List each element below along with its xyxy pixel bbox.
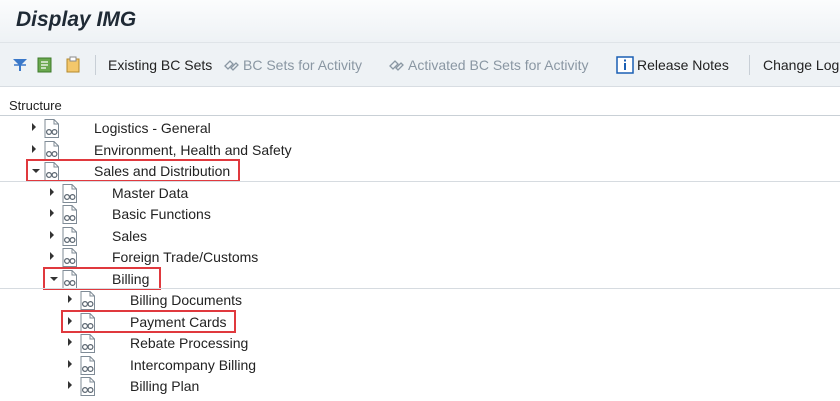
- collapsed-arrow-icon[interactable]: [68, 295, 72, 303]
- info-icon: [616, 55, 634, 74]
- row-divider: [0, 288, 840, 289]
- img-document-icon[interactable]: [62, 248, 78, 267]
- page-title: Display IMG: [16, 8, 137, 31]
- clipboard-icon[interactable]: [64, 43, 85, 86]
- collapsed-arrow-icon[interactable]: [50, 188, 54, 196]
- highlight-box: [61, 310, 236, 333]
- collapsed-arrow-icon[interactable]: [68, 360, 72, 368]
- collapsed-arrow-icon[interactable]: [32, 123, 36, 131]
- img-document-icon[interactable]: [44, 141, 60, 160]
- activated-bc-sets-button[interactable]: Activated BC Sets for Activity: [387, 43, 589, 86]
- tree-node-label[interactable]: Sales: [112, 228, 147, 244]
- application-toolbar: Existing BC Sets BC Sets for Activity Ac…: [0, 43, 840, 87]
- tree-node-sales[interactable]: Sales: [0, 226, 840, 247]
- structure-header: Structure: [0, 95, 840, 116]
- change-log-button[interactable]: Change Log: [763, 43, 839, 86]
- highlight-box: [26, 159, 240, 182]
- collapsed-arrow-icon[interactable]: [68, 381, 72, 389]
- tree-node-basic-functions[interactable]: Basic Functions: [0, 204, 840, 225]
- where-used-icon[interactable]: [36, 43, 57, 86]
- collapsed-arrow-icon[interactable]: [50, 252, 54, 260]
- tree-node-billing-documents[interactable]: Billing Documents: [0, 290, 840, 311]
- tree-node-label[interactable]: Basic Functions: [112, 206, 211, 222]
- collapsed-arrow-icon[interactable]: [50, 209, 54, 217]
- bc-set-icon: [389, 59, 404, 71]
- release-notes-label: Release Notes: [637, 56, 729, 73]
- tree-node-label[interactable]: Logistics - General: [94, 120, 211, 136]
- bc-set-icon: [224, 59, 239, 71]
- bc-sets-for-activity-button[interactable]: BC Sets for Activity: [222, 43, 362, 86]
- release-notes-button[interactable]: Release Notes: [616, 43, 729, 86]
- img-document-icon[interactable]: [80, 377, 96, 396]
- img-document-icon[interactable]: [62, 184, 78, 203]
- img-document-icon[interactable]: [44, 119, 60, 138]
- filter-icon[interactable]: [11, 43, 32, 86]
- img-document-icon[interactable]: [62, 205, 78, 224]
- tree-node-label[interactable]: Rebate Processing: [130, 335, 248, 351]
- tree-node-label[interactable]: Master Data: [112, 185, 188, 201]
- highlight-box: [43, 267, 161, 290]
- img-document-icon[interactable]: [80, 291, 96, 310]
- tree-node-intercompany-billing[interactable]: Intercompany Billing: [0, 355, 840, 376]
- collapsed-arrow-icon[interactable]: [50, 231, 54, 239]
- activated-bc-sets-label: Activated BC Sets for Activity: [408, 56, 589, 73]
- img-document-icon[interactable]: [80, 356, 96, 375]
- tree-node-label[interactable]: Billing Plan: [130, 378, 199, 394]
- tree-node-logistics-general[interactable]: Logistics - General: [0, 118, 840, 139]
- tree-node-rebate-processing[interactable]: Rebate Processing: [0, 333, 840, 354]
- tree-node-billing[interactable]: Billing: [0, 267, 840, 290]
- tree-node-billing-plan[interactable]: Billing Plan: [0, 376, 840, 397]
- tree-node-sales-and-distribution[interactable]: Sales and Distribution: [0, 159, 840, 182]
- tree-node-label[interactable]: Environment, Health and Safety: [94, 142, 292, 158]
- tree-node-environment-health-and-safety[interactable]: Environment, Health and Safety: [0, 140, 840, 161]
- img-document-icon[interactable]: [62, 227, 78, 246]
- tree-node-label[interactable]: Foreign Trade/Customs: [112, 249, 258, 265]
- structure-header-label: Structure: [9, 98, 62, 113]
- toolbar-separator: [95, 55, 96, 75]
- bc-sets-for-activity-label: BC Sets for Activity: [243, 56, 363, 73]
- existing-bc-sets-button[interactable]: Existing BC Sets: [108, 43, 212, 86]
- img-document-icon[interactable]: [80, 334, 96, 353]
- tree-node-payment-cards[interactable]: Payment Cards: [0, 310, 840, 333]
- row-divider: [0, 181, 840, 182]
- collapsed-arrow-icon[interactable]: [68, 338, 72, 346]
- title-bar: Display IMG: [0, 0, 840, 43]
- toolbar-separator: [749, 55, 750, 75]
- collapsed-arrow-icon[interactable]: [32, 145, 36, 153]
- tree-node-label[interactable]: Billing Documents: [130, 292, 242, 308]
- tree-node-master-data[interactable]: Master Data: [0, 183, 840, 204]
- tree-node-foreign-trade-customs[interactable]: Foreign Trade/Customs: [0, 247, 840, 268]
- tree-node-label[interactable]: Intercompany Billing: [130, 357, 256, 373]
